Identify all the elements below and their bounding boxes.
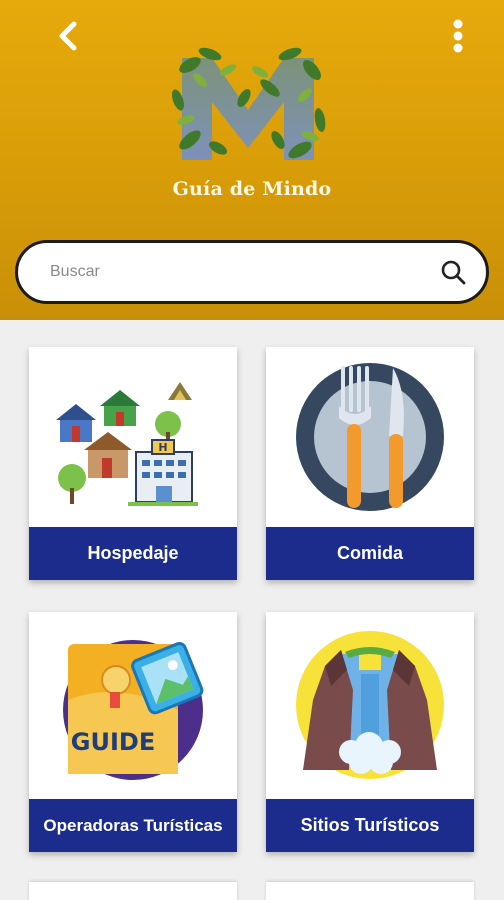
- lodging-icon: H: [29, 347, 237, 527]
- chevron-left-icon: [59, 21, 77, 51]
- more-options-button[interactable]: [442, 16, 474, 56]
- back-button[interactable]: [50, 16, 86, 56]
- category-card-operadoras-turisticas[interactable]: GUIDE Operadoras Turísticas: [29, 612, 237, 852]
- tour-guide-icon: GUIDE: [29, 612, 237, 798]
- category-label: Comida: [266, 527, 474, 580]
- category-card-comida[interactable]: Comida: [266, 347, 474, 580]
- category-card-sitios-turisticos[interactable]: Sitios Turísticos: [266, 612, 474, 852]
- search-input[interactable]: [50, 263, 438, 281]
- search-icon: [441, 260, 466, 285]
- svg-text:GUIDE: GUIDE: [71, 728, 155, 756]
- more-vertical-icon: [453, 19, 463, 53]
- category-card-partial[interactable]: [266, 882, 474, 900]
- category-label: Operadoras Turísticas: [29, 799, 237, 852]
- app-title: Guía de Mindo: [172, 178, 332, 200]
- category-card-hospedaje[interactable]: H Hospedaje: [29, 347, 237, 580]
- category-label: Hospedaje: [29, 527, 237, 580]
- waterfall-icon: [266, 612, 474, 798]
- svg-text:H: H: [158, 441, 167, 454]
- app-header: Guía de Mindo: [0, 0, 504, 320]
- category-card-partial[interactable]: [29, 882, 237, 900]
- search-bar[interactable]: [15, 240, 489, 304]
- app-logo: [160, 40, 336, 170]
- food-plate-icon: [266, 347, 474, 527]
- search-button[interactable]: [438, 257, 468, 287]
- category-label: Sitios Turísticos: [266, 799, 474, 852]
